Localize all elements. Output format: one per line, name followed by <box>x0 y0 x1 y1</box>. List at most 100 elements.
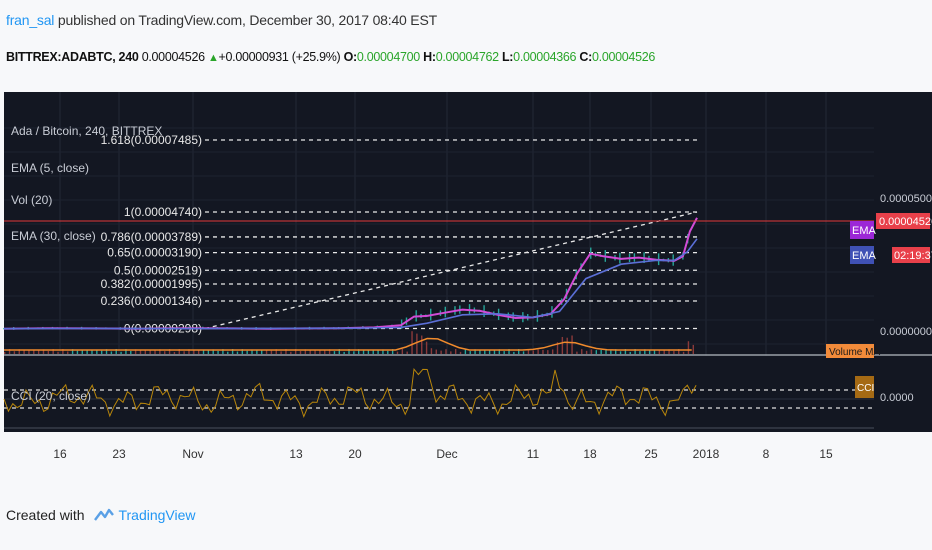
tradingview-brand-link[interactable]: TradingView <box>118 507 195 523</box>
volume-bar <box>469 351 471 354</box>
published-text: published on TradingView.com, December 3… <box>54 12 437 28</box>
volume-bar <box>673 351 675 354</box>
cci-pane <box>4 356 874 432</box>
volume-bar <box>183 351 185 354</box>
volume-bar <box>532 350 534 354</box>
volume-bar <box>581 349 583 354</box>
x-tick-label: 11 <box>527 447 540 461</box>
price-chart[interactable]: 1.618(0.00007485)1(0.00004740)0.786(0.00… <box>0 92 932 482</box>
x-tick-label: 16 <box>53 447 67 461</box>
volume-bar <box>648 350 651 354</box>
volume-bar <box>4 352 6 354</box>
volume-bar <box>692 344 694 354</box>
volume-bar <box>682 351 685 354</box>
volume-bar <box>139 350 142 354</box>
symbol-quote-line: BITTREX:ADABTC, 240 0.00004526 ▲+0.00000… <box>6 50 655 64</box>
volume-bar <box>362 350 365 354</box>
publisher-line: fran_sal published on TradingView.com, D… <box>6 12 437 28</box>
volume-bar <box>585 350 588 354</box>
volume-bar <box>353 351 355 354</box>
volume-bar <box>459 351 462 354</box>
volume-bar <box>110 351 113 354</box>
volume-bar <box>430 348 433 354</box>
volume-bar <box>173 351 176 354</box>
volume-bar <box>590 349 593 354</box>
volume-bar <box>100 350 103 354</box>
volume-bar <box>193 350 195 354</box>
high-label: H: <box>423 50 436 64</box>
axis-zero-value: 0.00000000 <box>880 326 932 338</box>
volume-bar <box>343 351 345 354</box>
volume-bar <box>207 350 210 354</box>
volume-bar <box>537 349 539 354</box>
volume-bar <box>547 350 549 354</box>
volume-bar <box>13 351 16 354</box>
volume-bar <box>57 351 59 354</box>
fib-level-label: 0.382(0.00001995) <box>101 277 202 291</box>
volume-bar <box>663 350 665 354</box>
fib-level-label: 1(0.00004740) <box>124 205 202 219</box>
volume-bar <box>571 335 573 354</box>
volume-bar <box>561 336 564 354</box>
ema-badge-1[interactable]: EMA <box>852 225 877 237</box>
volume-bar <box>454 349 457 354</box>
volume-bar <box>280 351 282 354</box>
fib-level-label: 0.236(0.00001346) <box>101 294 202 308</box>
volume-bar <box>610 350 612 354</box>
close-value: 0.00004526 <box>592 50 656 64</box>
volume-bar <box>435 349 437 354</box>
low-label: L: <box>501 50 514 64</box>
volume-bar <box>130 350 132 354</box>
volume-bar <box>445 349 447 354</box>
volume-bar <box>440 350 442 354</box>
x-tick-label: 8 <box>763 447 770 461</box>
up-triangle-icon: ▲ <box>207 52 219 64</box>
volume-bar <box>639 351 641 354</box>
volume-bar <box>120 351 122 354</box>
legend-ema30: EMA (30, close) <box>11 229 96 243</box>
countdown-timer: 02:19:37 <box>894 250 932 262</box>
fib-level-label: 0.786(0.00003789) <box>101 230 202 244</box>
volume-bar <box>503 351 505 354</box>
x-tick-label: 15 <box>819 447 833 461</box>
x-tick-label: 18 <box>583 447 597 461</box>
volume-bar <box>551 349 554 354</box>
volume-bar <box>164 351 166 354</box>
tradingview-logo-icon[interactable] <box>94 506 115 527</box>
volume-bar <box>227 351 229 354</box>
volume-bar <box>450 351 452 354</box>
created-with-text: Created with <box>6 507 85 524</box>
legend-ema5: EMA (5, close) <box>11 161 89 175</box>
volume-bar <box>401 349 404 354</box>
volume-bar <box>324 350 326 354</box>
fib-level-label: 0.65(0.00003190) <box>107 246 202 260</box>
volume-bar <box>522 351 525 354</box>
volume-bar <box>299 351 302 354</box>
ema-badge-2[interactable]: EMA <box>852 250 877 262</box>
volume-bar <box>236 351 239 354</box>
open-value: 0.00004700 <box>356 50 420 64</box>
volume-bar <box>47 350 50 354</box>
volume-bar <box>67 351 69 354</box>
volume-bar <box>542 349 544 354</box>
legend-cci: CCI (20, close) <box>11 389 91 403</box>
volume-bar <box>425 341 428 354</box>
close-label: C: <box>579 50 592 64</box>
publisher-link[interactable]: fran_sal <box>6 12 54 28</box>
volume-bar <box>595 350 598 354</box>
volume-bar <box>416 333 418 354</box>
x-tick-label: 13 <box>289 447 303 461</box>
volume-bar <box>629 351 631 354</box>
volume-bar <box>406 351 408 354</box>
volume-bar <box>154 350 156 354</box>
volume-bar <box>23 350 25 354</box>
x-tick-label: 2018 <box>693 447 720 461</box>
volume-bar <box>309 350 311 354</box>
price-tag: 0.00004526 <box>879 216 932 228</box>
axis-top-value: 0.00005000 <box>880 193 932 205</box>
volume-bar <box>576 351 578 354</box>
volume-ma-badge[interactable]: Volume MA <box>829 347 880 358</box>
fib-level-label: 0.5(0.00002519) <box>114 263 202 277</box>
volume-bar <box>37 350 40 354</box>
cci-badge[interactable]: CCI <box>857 383 874 394</box>
